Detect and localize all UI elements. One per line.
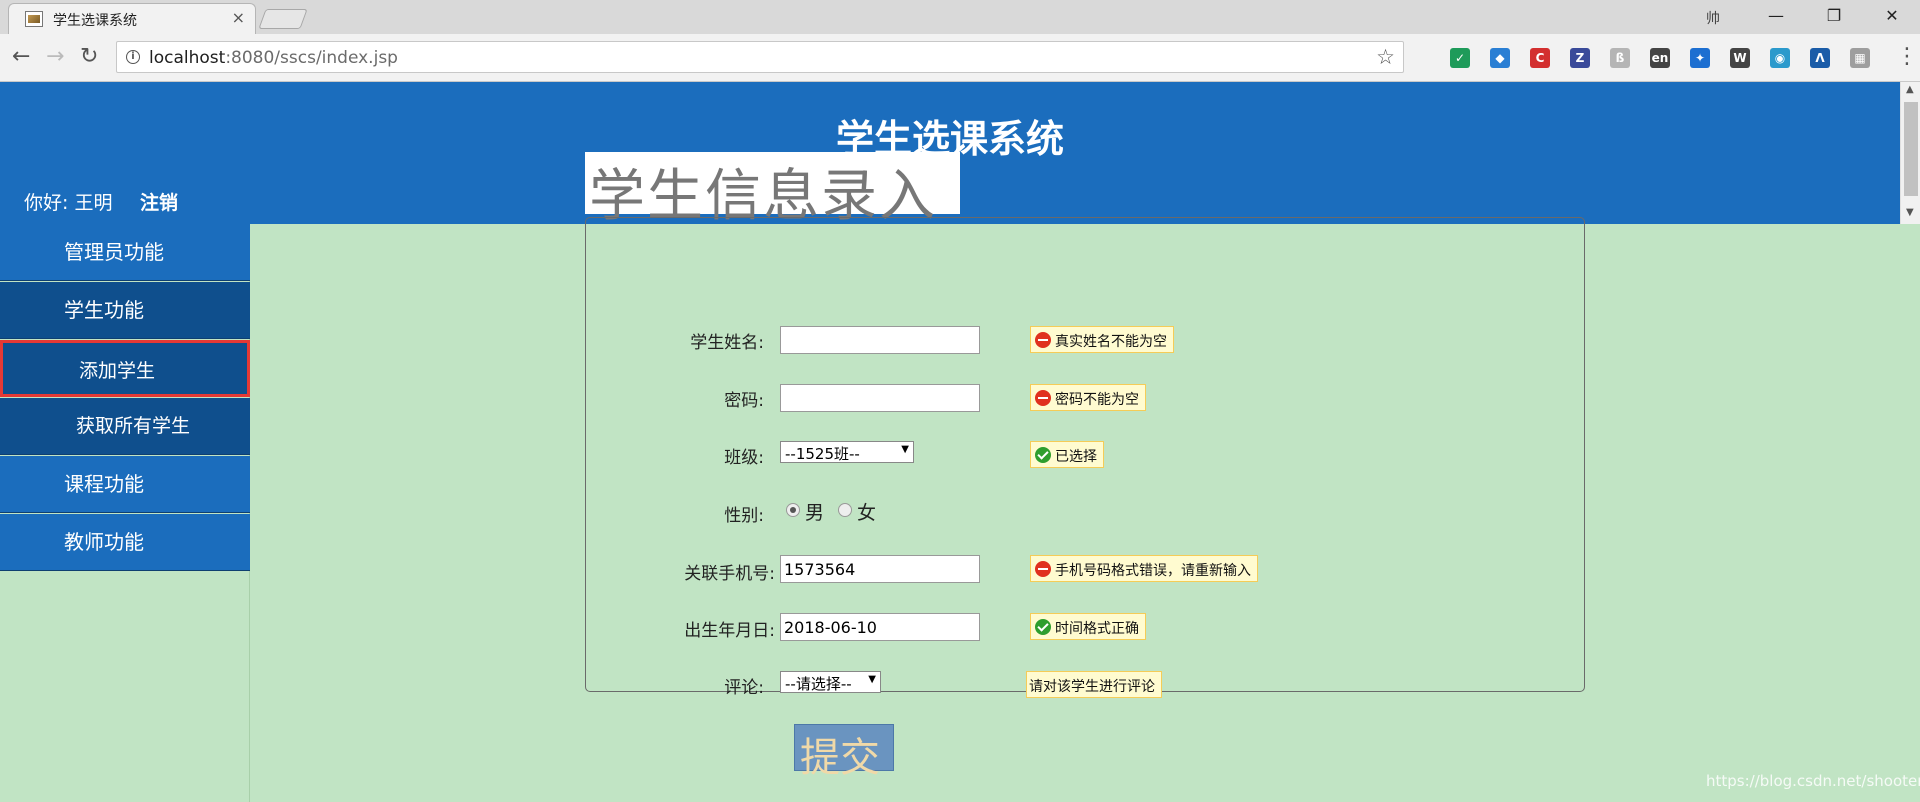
password-error-text: 密码不能为空 — [1055, 392, 1139, 408]
name-error-text: 真实姓名不能为空 — [1055, 334, 1167, 350]
check-icon — [1035, 447, 1051, 463]
class-ok: 已选择 — [1030, 441, 1104, 468]
close-window-button[interactable]: ✕ — [1864, 0, 1920, 34]
watermark: https://blog.csdn.net/shooter7 — [1706, 772, 1920, 790]
name-input[interactable] — [780, 326, 980, 354]
menu-course[interactable]: 课程功能 — [0, 456, 250, 513]
password-input[interactable] — [780, 384, 980, 412]
menu-add-student[interactable]: 添加学生 — [0, 340, 250, 397]
browser-tab[interactable]: 学生选课系统 × — [8, 3, 256, 34]
extension-red-icon[interactable]: C — [1530, 48, 1550, 68]
restore-button[interactable]: ❐ — [1806, 0, 1862, 34]
scroll-up-icon[interactable]: ▲ — [1906, 84, 1914, 95]
phone-error: 手机号码格式错误，请重新输入 — [1030, 555, 1258, 582]
menu-get-all-students[interactable]: 获取所有学生 — [0, 398, 250, 455]
gender-male-label: 男 — [805, 502, 825, 524]
name-error: 真实姓名不能为空 — [1030, 326, 1174, 353]
birth-ok-text: 时间格式正确 — [1055, 621, 1139, 637]
phone-label: 关联手机号: — [684, 564, 775, 584]
check-icon — [1035, 619, 1051, 635]
birth-label: 出生年月日: — [684, 621, 775, 641]
logout-link[interactable]: 注销 — [140, 188, 178, 215]
scroll-down-icon[interactable]: ▼ — [1906, 207, 1914, 218]
profile-button[interactable]: 帅 — [1706, 8, 1720, 28]
browser-tab-bar: 学生选课系统 × 帅 — ❐ ✕ — [0, 0, 1920, 34]
name-label: 学生姓名: — [690, 333, 764, 353]
phone-error-text: 手机号码格式错误，请重新输入 — [1055, 563, 1251, 579]
submit-text: 提交 — [800, 735, 880, 781]
submit-button[interactable]: 提交 — [794, 724, 894, 781]
class-select[interactable]: --1525班-- — [780, 441, 914, 463]
gender-female-radio[interactable] — [838, 503, 852, 517]
extension-en-icon[interactable]: en — [1650, 48, 1670, 68]
page-scrollbar[interactable]: ▲ ▼ — [1900, 82, 1920, 224]
tab-close-icon[interactable]: × — [232, 8, 245, 27]
gender-label: 性别: — [724, 506, 764, 526]
address-bar[interactable]: i localhost:8080/sscs/index.jsp ☆ — [116, 41, 1404, 73]
extension-globe-icon[interactable]: ✦ — [1690, 48, 1710, 68]
extension-shield-icon[interactable]: ✓ — [1450, 48, 1470, 68]
class-ok-text: 已选择 — [1055, 449, 1097, 465]
reload-icon[interactable]: ↻ — [80, 44, 98, 70]
user-greeting: 你好: 王明 — [24, 192, 113, 214]
browser-menu-icon[interactable]: ⋮ — [1896, 44, 1918, 70]
extension-cap-icon[interactable]: ◆ — [1490, 48, 1510, 68]
extension-lambda-icon[interactable]: Λ — [1810, 48, 1830, 68]
extension-circle-icon[interactable]: ◉ — [1770, 48, 1790, 68]
form-title: 学生信息录入 — [585, 152, 960, 229]
extension-grass-icon[interactable]: W — [1730, 48, 1750, 68]
favicon-icon — [25, 11, 43, 27]
birth-ok: 时间格式正确 — [1030, 613, 1146, 640]
bookmark-star-icon[interactable]: ☆ — [1376, 45, 1395, 69]
password-error: 密码不能为空 — [1030, 384, 1146, 411]
extension-grid-icon[interactable]: ▦ — [1850, 48, 1870, 68]
birth-input[interactable] — [780, 613, 980, 641]
info-icon[interactable]: i — [126, 50, 140, 64]
error-icon — [1035, 332, 1051, 348]
menu-admin[interactable]: 管理员功能 — [0, 224, 250, 281]
class-label: 班级: — [724, 448, 764, 468]
gender-male-radio[interactable] — [786, 503, 800, 517]
back-arrow-icon[interactable]: ← — [12, 44, 30, 70]
sidebar: 管理员功能 学生功能 添加学生 获取所有学生 课程功能 教师功能 — [0, 224, 250, 802]
extension-a-icon[interactable]: ß — [1610, 48, 1630, 68]
url-text: localhost:8080/sscs/index.jsp — [149, 48, 398, 68]
error-icon — [1035, 390, 1051, 406]
comment-label: 评论: — [724, 678, 764, 698]
minimize-button[interactable]: — — [1748, 0, 1804, 34]
url-host: localhost — [149, 48, 226, 68]
browser-toolbar: ← → ↻ i localhost:8080/sscs/index.jsp ☆ … — [0, 34, 1920, 110]
phone-input[interactable] — [780, 555, 980, 583]
password-label: 密码: — [724, 391, 764, 411]
menu-teacher[interactable]: 教师功能 — [0, 514, 250, 571]
gender-female-label: 女 — [857, 502, 877, 524]
comment-hint: 请对该学生进行评论 — [1026, 671, 1162, 698]
class-select-value: --1525班-- — [785, 445, 860, 463]
menu-student[interactable]: 学生功能 — [0, 282, 250, 339]
error-icon — [1035, 561, 1051, 577]
new-tab-button[interactable] — [258, 9, 308, 29]
comment-select[interactable]: --请选择-- — [780, 671, 881, 693]
extension-zotero-icon[interactable]: Z — [1570, 48, 1590, 68]
url-path: :8080/sscs/index.jsp — [225, 48, 398, 68]
scrollbar-thumb[interactable] — [1904, 102, 1918, 196]
comment-select-value: --请选择-- — [785, 675, 852, 693]
forward-arrow-icon[interactable]: → — [46, 44, 64, 70]
tab-title: 学生选课系统 — [53, 13, 137, 29]
